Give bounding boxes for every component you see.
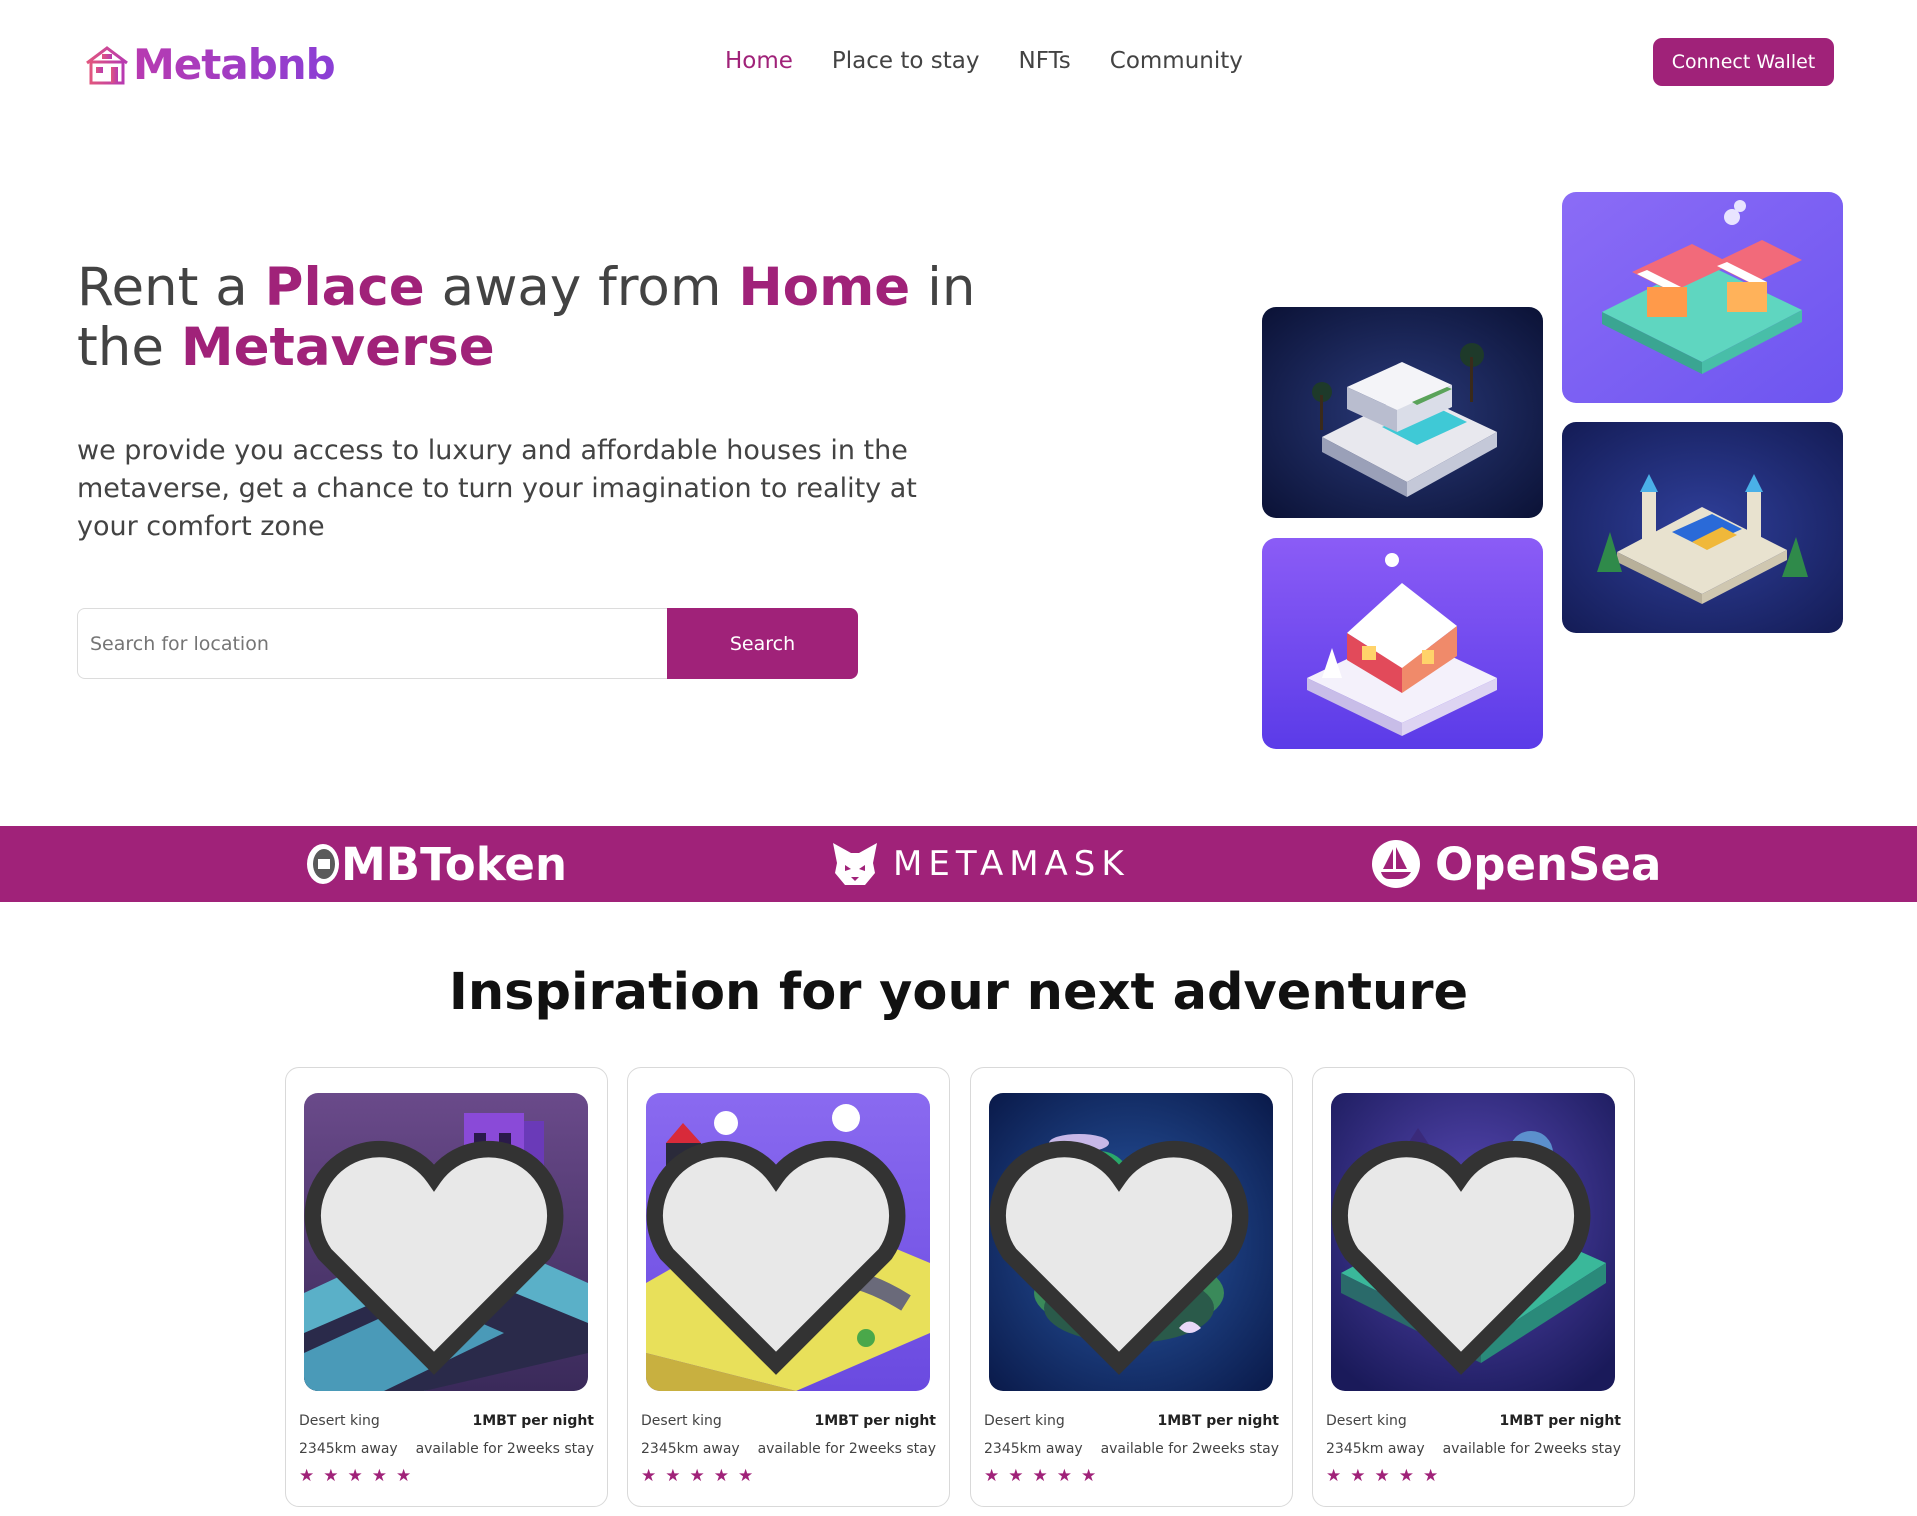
star-icon: ★ — [984, 1466, 1000, 1485]
favorite-heart-icon[interactable] — [1331, 1105, 1603, 1391]
listing-availability: available for 2weeks stay — [1100, 1441, 1279, 1457]
listing-row: 2345km away available for 2weeks stay — [641, 1441, 936, 1457]
main-nav: Home Place to stay NFTs Community — [725, 48, 1243, 74]
star-icon: ★ — [689, 1466, 705, 1485]
listing-availability: available for 2weeks stay — [1442, 1441, 1621, 1457]
partner-metamask: METAMASK — [831, 826, 1130, 902]
logo[interactable]: Metabnb — [85, 40, 336, 89]
rating-stars: ★ ★ ★ ★ ★ — [299, 1467, 411, 1484]
location-search: Search — [77, 608, 858, 679]
partner-name: MBToken — [341, 837, 567, 891]
listing-card[interactable]: Desert king 1MBT per night 2345km away a… — [1312, 1067, 1635, 1507]
partner-name: OpenSea — [1435, 837, 1662, 891]
listing-distance: 2345km away — [299, 1441, 398, 1457]
section-title: Inspiration for your next adventure — [448, 963, 1469, 1022]
listing-image — [989, 1093, 1273, 1391]
partner-name: METAMASK — [893, 844, 1130, 884]
hero-title-highlight: Home — [738, 257, 911, 318]
listing-name: Desert king — [641, 1413, 722, 1429]
nav-community[interactable]: Community — [1110, 48, 1243, 74]
listing-price: 1MBT per night — [1157, 1413, 1279, 1429]
listing-card[interactable]: Desert king 1MBT per night 2345km away a… — [285, 1067, 608, 1507]
mbtoken-icon — [307, 844, 339, 884]
star-icon: ★ — [1350, 1466, 1366, 1485]
house-logo-icon — [86, 45, 128, 84]
nav-place-to-stay[interactable]: Place to stay — [832, 48, 980, 74]
listing-row: 2345km away available for 2weeks stay — [1326, 1441, 1621, 1457]
listing-price: 1MBT per night — [472, 1413, 594, 1429]
star-icon: ★ — [396, 1466, 412, 1485]
partner-band: MBToken METAMASK OpenSea — [0, 826, 1917, 902]
star-icon: ★ — [323, 1466, 339, 1485]
rating-stars: ★ ★ ★ ★ ★ — [641, 1467, 753, 1484]
listing-name: Desert king — [1326, 1413, 1407, 1429]
star-icon: ★ — [299, 1466, 315, 1485]
listing-row: Desert king 1MBT per night — [1326, 1413, 1621, 1429]
star-icon: ★ — [1374, 1466, 1390, 1485]
listing-name: Desert king — [299, 1413, 380, 1429]
top-header: Metabnb Home Place to stay NFTs Communit… — [0, 0, 1917, 125]
search-button[interactable]: Search — [667, 608, 858, 679]
listing-row: 2345km away available for 2weeks stay — [984, 1441, 1279, 1457]
hero-title-highlight: Metaverse — [180, 317, 495, 378]
star-icon: ★ — [738, 1466, 754, 1485]
hero-image-castle — [1562, 422, 1843, 633]
star-icon: ★ — [1056, 1466, 1072, 1485]
favorite-heart-icon[interactable] — [646, 1105, 918, 1391]
metamask-fox-icon — [833, 843, 877, 885]
listing-row: Desert king 1MBT per night — [299, 1413, 594, 1429]
hero-description: we provide you access to luxury and affo… — [77, 435, 917, 542]
listing-row: Desert king 1MBT per night — [984, 1413, 1279, 1429]
listing-availability: available for 2weeks stay — [415, 1441, 594, 1457]
listing-name: Desert king — [984, 1413, 1065, 1429]
listing-card[interactable]: Desert king 1MBT per night 2345km away a… — [627, 1067, 950, 1507]
partner-mbtoken: MBToken — [303, 826, 567, 902]
hero-title-part: away from — [424, 257, 739, 318]
opensea-icon — [1372, 840, 1420, 888]
listing-card[interactable]: Desert king 1MBT per night 2345km away a… — [970, 1067, 1293, 1507]
listing-price: 1MBT per night — [1499, 1413, 1621, 1429]
favorite-heart-icon[interactable] — [304, 1105, 576, 1391]
star-icon: ★ — [665, 1466, 681, 1485]
star-icon: ★ — [1008, 1466, 1024, 1485]
nav-nfts[interactable]: NFTs — [1019, 48, 1071, 74]
favorite-heart-icon[interactable] — [989, 1105, 1261, 1391]
hero-title-part: Rent a — [77, 257, 265, 318]
hero-image-modern-house — [1262, 307, 1543, 518]
hero-image-market-stall — [1562, 192, 1843, 403]
star-icon: ★ — [1032, 1466, 1048, 1485]
rating-stars: ★ ★ ★ ★ ★ — [1326, 1467, 1438, 1484]
listing-image — [646, 1093, 930, 1391]
hero-image-snow-house — [1262, 538, 1543, 749]
star-icon: ★ — [641, 1466, 657, 1485]
search-input[interactable] — [77, 608, 667, 679]
star-icon: ★ — [1081, 1466, 1097, 1485]
star-icon: ★ — [1423, 1466, 1439, 1485]
rating-stars: ★ ★ ★ ★ ★ — [984, 1467, 1096, 1484]
star-icon: ★ — [1398, 1466, 1414, 1485]
listing-row: 2345km away available for 2weeks stay — [299, 1441, 594, 1457]
listing-distance: 2345km away — [641, 1441, 740, 1457]
star-icon: ★ — [371, 1466, 387, 1485]
star-icon: ★ — [713, 1466, 729, 1485]
hero-title-highlight: Place — [264, 257, 425, 318]
listing-distance: 2345km away — [1326, 1441, 1425, 1457]
listing-row: Desert king 1MBT per night — [641, 1413, 936, 1429]
star-icon: ★ — [1326, 1466, 1342, 1485]
star-icon: ★ — [347, 1466, 363, 1485]
listing-availability: available for 2weeks stay — [757, 1441, 936, 1457]
listing-price: 1MBT per night — [814, 1413, 936, 1429]
listing-distance: 2345km away — [984, 1441, 1083, 1457]
listing-image — [1331, 1093, 1615, 1391]
hero-title: Rent a Place away from Home in the Metav… — [77, 258, 977, 378]
nav-home[interactable]: Home — [725, 48, 793, 74]
listing-image — [304, 1093, 588, 1391]
partner-opensea: OpenSea — [1371, 826, 1661, 902]
logo-text: Metabnb — [133, 40, 336, 89]
connect-wallet-button[interactable]: Connect Wallet — [1653, 38, 1834, 86]
